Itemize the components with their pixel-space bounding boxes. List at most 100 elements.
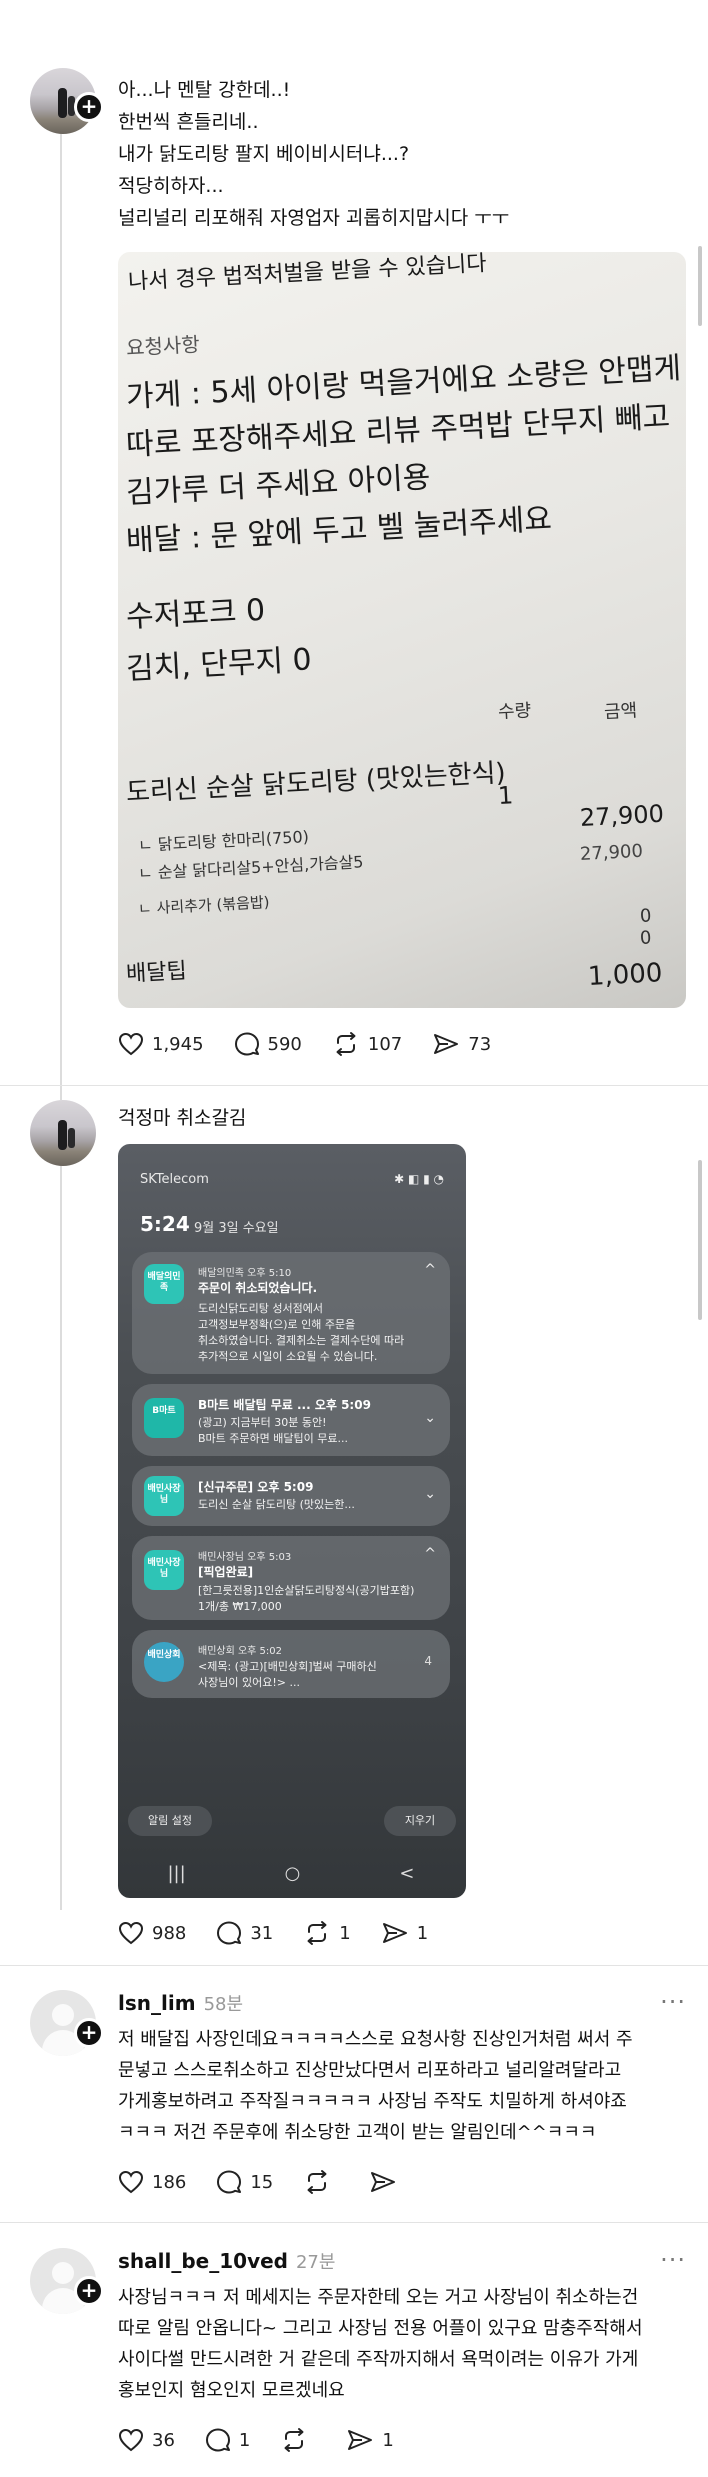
send-icon <box>382 1923 407 1943</box>
chevron-down-icon[interactable]: ⌄ <box>424 1410 436 1426</box>
receipt-line: 배달팁 <box>125 958 188 987</box>
post-line: 적당히하자... <box>118 175 224 197</box>
scrollbar[interactable] <box>698 246 702 326</box>
repost-count: 1 <box>339 1922 351 1944</box>
post-line: 아...나 멘탈 강한데..! <box>118 79 291 101</box>
reply-text: 사장님ㅋㅋㅋ 저 메세지는 주문자한테 오는 거고 사장님이 취소하는건 따로 … <box>118 2282 643 2406</box>
notification-pickup-complete[interactable]: 배민사장님 배민사장님 오후 5:03 [픽업완료] [한그릇전용]1인순살닭도… <box>132 1536 450 1620</box>
notification-bmart[interactable]: B마트 B마트 배달팁 무료 ... 오후 5:09 (광고) 지금부터 30분… <box>132 1384 450 1456</box>
receipt-line: 수저포크 0 <box>125 592 266 635</box>
clear-all-button[interactable]: 지우기 <box>384 1806 456 1836</box>
notification-body: 취소하였습니다. 결제취소는 결제수단에 따라 <box>198 1334 405 1347</box>
send-icon <box>371 2172 396 2192</box>
post-line: 걱정마 취소갈김 <box>118 1107 247 1129</box>
reply-text: 저 배달집 사장인데요ㅋㅋㅋㅋ스스로 요청사항 진상인거처럼 써서 주 문넣고 … <box>118 2024 633 2148</box>
post-text: 걱정마 취소갈김 <box>118 1102 246 1134</box>
receipt-line: ㄴ 사리추가 (볶음밥) <box>137 893 270 918</box>
post-actions: 988 31 1 1 <box>118 1917 458 1949</box>
like-button[interactable]: 988 <box>118 1921 186 1945</box>
username[interactable]: shall_be_10ved <box>118 2249 288 2273</box>
notification-body: 1개/총 ₩17,000 <box>198 1600 282 1613</box>
chevron-down-icon[interactable]: ⌄ <box>424 1486 436 1502</box>
post-line: 한번씩 흔들리네.. <box>118 111 259 133</box>
share-button[interactable]: 1 <box>381 1921 428 1945</box>
scrollbar[interactable] <box>698 1160 702 1320</box>
share-count: 73 <box>468 1033 492 1055</box>
bmart-app-icon: B마트 <box>144 1398 184 1438</box>
receipt-line: 0 <box>639 905 652 927</box>
clock: 5:24 <box>140 1212 190 1236</box>
reply-author[interactable]: lsn_lim 58분 <box>118 1990 243 2016</box>
reply-author[interactable]: shall_be_10ved 27분 <box>118 2248 335 2274</box>
repost-button[interactable] <box>280 2427 316 2453</box>
share-button[interactable] <box>369 2170 405 2194</box>
notification-body: [한그릇전용]1인순살닭도리탕정식(공기밥포함) <box>198 1584 415 1597</box>
recent-apps-icon[interactable]: ||| <box>167 1863 185 1884</box>
comment-count: 31 <box>250 1922 274 1944</box>
username[interactable]: lsn_lim <box>118 1991 196 2015</box>
repost-button[interactable]: 107 <box>332 1031 402 1057</box>
home-icon[interactable]: ○ <box>285 1863 301 1884</box>
receipt-photo[interactable]: 나서 경우 법적처벌을 받을 수 있습니다 요청사항 가게 : 5세 아이랑 먹… <box>118 252 686 1008</box>
comment-button[interactable]: 31 <box>216 1920 273 1946</box>
repost-count: 107 <box>367 1033 403 1055</box>
comment-count: 1 <box>238 2429 251 2451</box>
comment-count: 590 <box>267 1033 302 1055</box>
comment-button[interactable]: 1 <box>205 2427 250 2453</box>
receipt-line: 요청사항 <box>125 332 201 360</box>
repost-icon <box>307 1921 327 1945</box>
comment-icon <box>205 2428 230 2452</box>
post-line: 널리널리 리포해줘 자영업자 괴롭히지맙시다 ㅜㅜ <box>118 207 510 229</box>
notification-order-cancelled[interactable]: 배달의민족 배달의민족 오후 5:10 주문이 취소되었습니다. 도리신닭도리탕… <box>132 1252 450 1374</box>
comment-icon <box>234 1032 259 1056</box>
notification-app: 배민상회 오후 5:02 <box>198 1646 283 1657</box>
reply-line: 사장님ㅋㅋㅋ 저 메세지는 주문자한테 오는 거고 사장님이 취소하는건 <box>118 2287 639 2308</box>
thread-line <box>60 1135 62 1910</box>
receipt-line: 김치, 단무지 0 <box>125 642 313 687</box>
notification-new-order[interactable]: 배민사장님 [신규주문] 오후 5:09 도리신 순살 닭도리탕 (맛있는한..… <box>132 1466 450 1526</box>
follow-plus-icon[interactable]: + <box>74 2018 104 2048</box>
back-icon[interactable]: < <box>399 1863 414 1884</box>
receipt-line: 금액 <box>603 700 638 723</box>
repost-button[interactable] <box>303 2169 339 2195</box>
share-count: 1 <box>416 1922 429 1944</box>
comment-button[interactable]: 15 <box>216 2169 273 2195</box>
repost-button[interactable]: 1 <box>303 1920 351 1946</box>
post-text: 아...나 멘탈 강한데..! 한번씩 흔들리네.. 내가 닭도리탕 팔지 베이… <box>118 74 509 234</box>
comment-button[interactable]: 590 <box>234 1031 302 1057</box>
comment-icon <box>217 2170 242 2194</box>
like-button[interactable]: 186 <box>118 2170 186 2194</box>
notification-settings-button[interactable]: 알림 설정 <box>128 1806 212 1836</box>
receipt-line: 27,900 <box>579 840 644 865</box>
carrier-label: SKTelecom <box>140 1172 209 1187</box>
like-button[interactable]: 36 <box>118 2428 175 2452</box>
share-count: 1 <box>382 2429 394 2451</box>
baemin-owner-app-icon: 배민사장님 <box>144 1476 184 1516</box>
share-button[interactable]: 73 <box>432 1032 491 1056</box>
like-count: 36 <box>152 2429 175 2451</box>
status-icons: ✱ ◧ ▮ ◔ <box>394 1172 444 1186</box>
phone-screenshot[interactable]: SKTelecom ✱ ◧ ▮ ◔ 5:24 9월 3일 수요일 배달의민족 배… <box>118 1144 466 1898</box>
reply-line: 따로 알림 안옵니다~ 그리고 사장님 전용 어플이 있구요 맘충주작해서 <box>118 2318 643 2339</box>
chevron-up-icon[interactable]: ^ <box>424 1546 436 1562</box>
receipt-line: 수량 <box>497 700 532 723</box>
user-avatar[interactable] <box>30 1100 96 1166</box>
send-icon <box>434 1034 459 1054</box>
chevron-up-icon[interactable]: ^ <box>424 1262 436 1278</box>
divider <box>0 2222 708 2223</box>
more-options-icon[interactable]: ··· <box>660 1988 686 2016</box>
more-options-icon[interactable]: ··· <box>660 2246 686 2274</box>
like-count: 1,945 <box>152 1033 204 1055</box>
share-button[interactable]: 1 <box>346 2428 394 2452</box>
notification-baemin-store[interactable]: 배민상회 배민상회 오후 5:02 <제목: (광고)[배민상회]벌써 구매하신… <box>132 1630 450 1698</box>
reply-actions: 186 15 <box>118 2166 435 2198</box>
notification-title: [픽업완료] <box>198 1565 254 1579</box>
receipt-line: ㄴ 닭도리탕 한마리(750) <box>137 827 310 855</box>
like-button[interactable]: 1,945 <box>118 1032 204 1056</box>
post-actions: 1,945 590 107 73 <box>118 1028 521 1060</box>
notification-body: (광고) 지금부터 30분 동안! <box>198 1416 327 1429</box>
follow-plus-icon[interactable]: + <box>74 92 104 122</box>
follow-plus-icon[interactable]: + <box>74 2276 104 2306</box>
reply-line: 사이다썰 만드시려한 거 같은데 주작까지해서 욕먹이려는 이유가 가게 <box>118 2349 639 2370</box>
send-icon <box>348 2430 373 2450</box>
